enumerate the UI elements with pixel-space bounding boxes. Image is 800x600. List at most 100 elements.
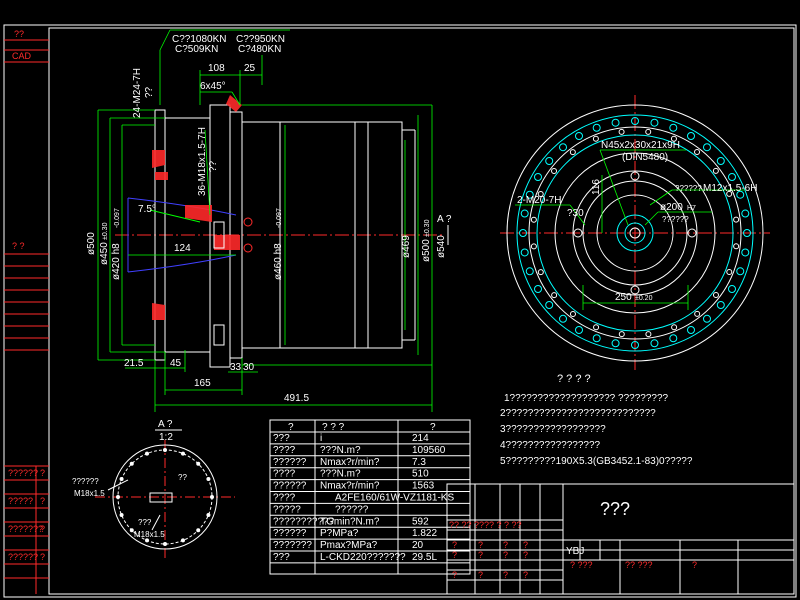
inner-bolt-hole — [569, 149, 576, 156]
detail-hole — [116, 495, 120, 499]
note-line-1: 1??????????????????? ????????? — [504, 393, 669, 404]
outer-bolt-hole — [716, 157, 725, 166]
spec-row-value: 1563 — [412, 481, 435, 492]
detail-hole — [196, 528, 201, 533]
outer-bolt-hole — [687, 325, 695, 334]
spec-row-label: ?????? — [273, 481, 307, 492]
detail-hole — [206, 512, 211, 517]
title-block-cell: ? — [503, 540, 508, 550]
inner-bolt-hole — [712, 167, 719, 174]
sheet-mark: ? — [692, 560, 697, 570]
front-view: A ? C??1080KN C?509KN C??950KN C?480KN 1… — [86, 29, 452, 412]
title-block-cell: ? — [452, 550, 457, 560]
spec-row-value: 20 — [412, 540, 424, 551]
spec-row-label: ???? — [273, 493, 296, 504]
inner-bolt-hole — [569, 310, 576, 317]
spec-row-label: ??? — [273, 433, 290, 444]
outer-bolt-hole — [575, 132, 583, 141]
outer-bolt-hole — [534, 173, 543, 181]
spec-row-param: A2FE160/61W-VZ1181-KS — [335, 493, 454, 504]
dia-500b: ø500 — [421, 239, 432, 262]
inner-bolt-hole — [733, 243, 740, 250]
spec-row-param: ???N.m? — [320, 445, 361, 456]
inner-bolt-hole — [618, 128, 625, 135]
inner-bolt-hole — [551, 167, 558, 174]
detail-hole — [206, 477, 211, 482]
side-row-mark-1: ? — [40, 468, 45, 478]
title-block-cell: ? — [452, 570, 457, 580]
outer-bolt-hole — [669, 123, 678, 132]
detail-label-1: ?????? — [72, 477, 99, 486]
dia-469: ø469 — [401, 235, 412, 258]
inner-bolt-hole — [712, 292, 719, 299]
spec-header-3: ? — [430, 422, 436, 433]
note-line-5: 5?????????190X5.3(GB3452.1-83)0????? — [500, 456, 693, 467]
detail-hole — [119, 477, 124, 482]
dim-chamfer: 6x45° — [200, 81, 226, 92]
spec-row-label: ?????? — [273, 457, 307, 468]
spec-row-label: ??? — [273, 552, 290, 563]
detail-hole — [210, 495, 214, 499]
outer-bolt-hole — [669, 334, 678, 343]
detail-label-3: ??? — [138, 518, 152, 527]
title-block-cell: ? — [503, 550, 508, 560]
title-block-cell: ? — [523, 570, 528, 580]
dia-450-tol: ±0.30 — [102, 222, 109, 240]
spec-row-value: 1.822 — [412, 528, 437, 539]
section-label-a: A ? — [437, 214, 452, 225]
outer-bolt-hole — [545, 300, 554, 309]
spec-row-param: ?????? — [335, 504, 369, 515]
inner-bolt-hole — [645, 331, 652, 338]
notes-title: ? ? ? ? — [557, 373, 591, 385]
dim-33: 33 — [230, 362, 242, 373]
outer-bolt-hole — [702, 143, 711, 152]
detail-hole — [163, 542, 167, 546]
side-mid-label: ? ? — [12, 241, 25, 251]
outer-bolt-hole — [525, 267, 534, 276]
detail-hole — [119, 512, 124, 517]
inner-bolt-hole — [530, 243, 537, 250]
outer-bolt-hole — [650, 339, 659, 348]
outer-bolt-hole — [520, 209, 529, 218]
cad-drawing: ?? CAD ? ? ?????? ????? ??????? ?????? ?… — [3, 24, 797, 598]
outer-bolt-hole — [687, 132, 695, 141]
weight-label: ? ??? — [570, 560, 593, 570]
dim-108: 108 — [208, 63, 225, 74]
inner-bolt-hole — [733, 216, 740, 223]
dia-200-q: ?????? — [662, 215, 689, 224]
outer-bolt-hole — [559, 143, 568, 152]
spec-row-value: 214 — [412, 433, 429, 444]
thread-label-3: M12x1.5-6H — [703, 183, 757, 194]
spec-row-label: ????? — [273, 504, 301, 515]
detail-hole — [196, 461, 201, 466]
spec-row-param: TGmin?N.m? — [320, 516, 380, 527]
title-block-cell: ? — [503, 570, 508, 580]
detail-scale: 1:2 — [159, 432, 173, 443]
outer-bolt-hole — [727, 173, 736, 181]
spec-row-param: Pmax?MPa? — [320, 540, 378, 551]
side-row-mark-3: ? — [40, 524, 45, 534]
dim-45: 45 — [170, 358, 182, 369]
thread-label-2: 36-M18x1.5-7H — [197, 127, 208, 196]
inner-bolt-hole — [694, 149, 701, 156]
spec-header-2: ? ? ? — [322, 422, 345, 433]
side-row-2: ????? — [8, 496, 33, 506]
inner-bolt-hole — [726, 268, 733, 275]
thread-label-1: 24-M24-7H — [132, 68, 143, 118]
load-2: C?509KN — [175, 44, 218, 55]
side-row-mark-4: ? — [40, 552, 45, 562]
inner-bolt-hole — [618, 331, 625, 338]
dim-21-5: 21.5 — [124, 358, 144, 369]
detail-thread-1: M18x1.5 — [74, 489, 105, 498]
spec-row-param: i — [320, 433, 322, 444]
drawing-name: ??? — [600, 499, 630, 519]
outer-bolt-hole — [702, 314, 711, 323]
dia-460-tol: -0.097 — [276, 208, 283, 228]
dia-200: ø200 — [660, 202, 683, 213]
outer-bolt-hole — [534, 285, 543, 293]
dia-460: ø460 h8 — [273, 243, 284, 280]
load-4: C?480KN — [238, 44, 281, 55]
technical-notes: ? ? ? ? 1??????????????????? ????????? 2… — [500, 373, 693, 467]
thread-label-1-q: ?? — [144, 86, 155, 98]
inner-bolt-hole — [671, 324, 678, 331]
